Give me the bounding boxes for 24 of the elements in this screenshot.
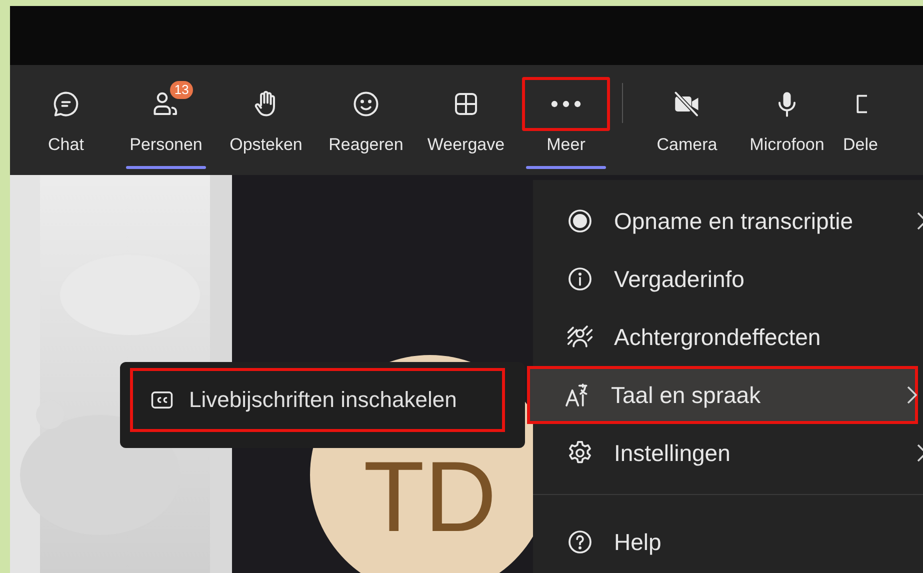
more-icon [551, 100, 581, 108]
smile-icon [351, 89, 381, 119]
info-icon [566, 265, 594, 293]
menu-item[interactable]: Taal en spraak [527, 366, 918, 424]
menu-item[interactable]: Instellingen [533, 424, 923, 482]
count-badge: 13 [170, 81, 193, 99]
toolbar-button[interactable]: Meer [516, 65, 616, 175]
menu-item[interactable]: Achtergrondeffecten [533, 308, 923, 366]
menu-item[interactable]: Livebijschriften inschakelen [130, 368, 505, 432]
avatar-initials: TD [363, 447, 497, 547]
chat-icon [51, 89, 81, 119]
help-icon [566, 528, 594, 556]
record-icon [566, 207, 594, 235]
toolbar-button[interactable]: Chat [16, 65, 116, 175]
menu-item[interactable]: Vergaderinfo [533, 250, 923, 308]
menu-item[interactable]: Opname en transcriptie [533, 192, 923, 250]
toolbar-button[interactable]: Dele [837, 65, 878, 175]
toolbar-button[interactable]: Camera [637, 65, 737, 175]
toolbar-button[interactable]: Reageren [316, 65, 416, 175]
menu-item[interactable]: Help [533, 513, 923, 571]
toolbar-button[interactable]: 13 Personen [116, 65, 216, 175]
toolbar-button[interactable]: Microfoon [737, 65, 837, 175]
toolbar-button[interactable]: Weergave [416, 65, 516, 175]
toolbar-button[interactable]: Opsteken [216, 65, 316, 175]
